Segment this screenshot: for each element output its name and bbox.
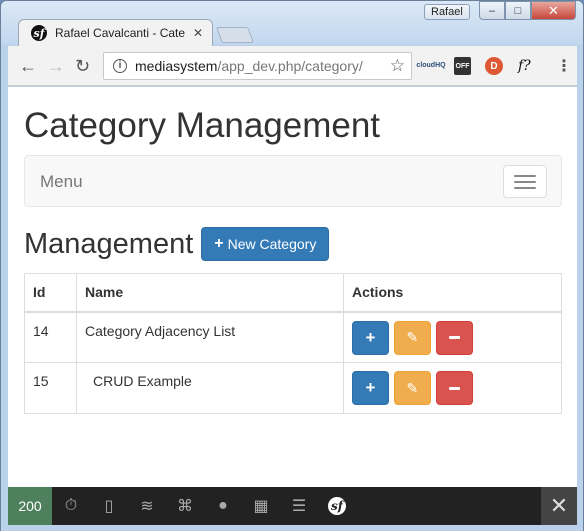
profile-button[interactable]: Rafael [424,4,470,20]
table-row: 14 Category Adjacency List + ✎ [24,311,562,363]
forward-arrow-icon[interactable]: → [47,56,65,77]
window-controls: – □ ✕ [479,1,576,20]
delete-button[interactable] [435,320,473,355]
minus-icon [448,336,460,339]
section-header: Management + New Category [24,227,330,261]
user-icon[interactable]: ● [204,487,242,525]
title-bar: Rafael – □ ✕ sf Rafael Cavalcanti - Cate… [1,1,583,46]
column-header-actions: Actions [343,273,562,313]
duckduckgo-extension-icon[interactable]: D [485,57,503,75]
new-tab-button[interactable] [216,27,254,43]
symfony-logo-icon[interactable]: sf [318,487,356,525]
hamburger-menu-button[interactable] [503,165,547,198]
section-title: Management [24,227,194,260]
tab-close-icon[interactable]: ✕ [193,26,203,40]
off-extension-icon[interactable]: OFF [454,57,471,75]
hamburger-bar [514,181,536,183]
translation-icon[interactable]: ⌘ [166,487,204,525]
cell-actions: + ✎ [343,311,562,363]
font-extension-icon[interactable]: f? [518,57,531,75]
info-icon[interactable]: i [113,59,127,73]
page-title: Category Management [24,106,381,145]
memory-icon[interactable]: ▯ [90,487,128,525]
edit-pencil-button[interactable]: ✎ [393,320,431,355]
cell-name: CRUD Example [76,362,344,414]
tab-title: Rafael Cavalcanti - Categ [55,26,185,40]
browser-tab[interactable]: sf Rafael Cavalcanti - Categ ✕ [18,19,213,46]
page-content: Category Management Menu Management + Ne… [8,87,577,487]
cell-id: 14 [24,311,77,363]
database-icon[interactable]: ☰ [280,487,318,525]
layout-icon[interactable]: ▦ [242,487,280,525]
layers-icon[interactable]: ≋ [128,487,166,525]
timer-icon[interactable]: ⏱ [52,487,90,525]
reload-icon[interactable]: ↻ [75,56,90,77]
navbar: Menu [24,155,562,207]
status-code-badge[interactable]: 200 [8,487,52,525]
browser-menu-icon[interactable]: ⋮ [556,57,572,75]
minus-icon [448,386,460,390]
cloudhq-extension-icon[interactable]: cloudHQ [416,57,445,75]
navbar-brand[interactable]: Menu [40,172,83,192]
symfony-debug-toolbar: 200 ⏱ ▯ ≋ ⌘ ● ▦ ☰ sf ✕ [8,487,577,525]
browser-toolbar: ← → ↻ i mediasystem/app_dev.php/category… [8,46,577,86]
table-header-row: Id Name Actions [24,273,562,313]
new-category-label: New Category [227,236,317,252]
new-category-button[interactable]: + New Category [201,227,330,261]
category-table: Id Name Actions 14 Category Adjacency Li… [24,273,562,414]
table-row: 15 CRUD Example + ✎ [24,362,562,414]
add-child-button[interactable]: + [352,371,389,405]
hamburger-bar [514,187,536,189]
plus-icon: + [214,235,224,252]
url-path: /app_dev.php/category/ [217,58,363,74]
cell-actions: + ✎ [343,362,562,414]
url-text: mediasystem/app_dev.php/category/ [135,58,363,74]
cell-name: Category Adjacency List [76,311,344,363]
browser-window: Rafael – □ ✕ sf Rafael Cavalcanti - Cate… [0,0,584,531]
column-header-name: Name [76,273,344,313]
window-bottom-border [1,525,583,531]
address-bar[interactable]: i mediasystem/app_dev.php/category/ ☆ [103,52,412,80]
symfony-logo: sf [328,497,346,515]
url-host: mediasystem [135,58,218,74]
bookmark-star-icon[interactable]: ☆ [390,56,405,76]
close-toolbar-icon[interactable]: ✕ [541,487,577,525]
back-arrow-icon[interactable]: ← [19,56,37,77]
cell-id: 15 [24,362,77,414]
maximize-button[interactable]: □ [505,1,531,20]
delete-button[interactable] [435,371,473,405]
column-header-id: Id [24,273,77,313]
close-window-button[interactable]: ✕ [531,1,576,20]
minimize-button[interactable]: – [479,1,505,20]
add-child-button[interactable]: + [352,320,389,355]
symfony-favicon-icon: sf [31,25,47,41]
hamburger-bar [514,175,536,177]
edit-pencil-button[interactable]: ✎ [393,371,431,405]
